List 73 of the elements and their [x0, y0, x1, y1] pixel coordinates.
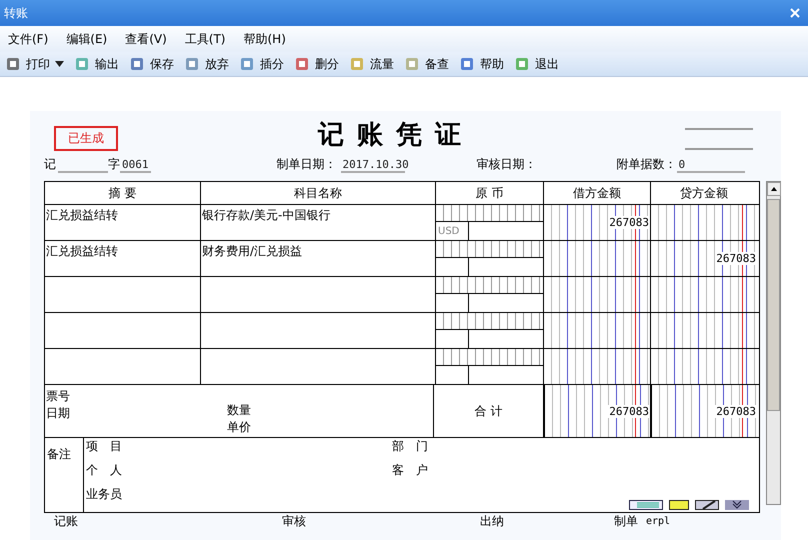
status-stamp: 已生成 — [54, 126, 118, 150]
toolbar-button[interactable]: 放弃 — [179, 53, 234, 75]
chevron-down-icon[interactable] — [725, 500, 749, 510]
toolbar-icon — [514, 56, 530, 72]
toolbar-button[interactable]: 流量 — [344, 53, 399, 75]
note-field-label: 项 目 — [86, 438, 123, 455]
list-icon[interactable] — [629, 500, 663, 510]
table-cell: 财务费用/汇兑损益 — [201, 241, 436, 276]
toolbar-button[interactable]: 插分 — [234, 53, 289, 75]
table-cell: 汇兑损益结转 — [45, 205, 201, 240]
toolbar-icon — [349, 56, 365, 72]
toolbar-button[interactable]: 保存 — [124, 53, 179, 75]
note-field-label: 个 人 — [86, 462, 123, 479]
caret-icon[interactable] — [55, 61, 64, 67]
table-cell: 汇兑损益结转 — [45, 241, 201, 276]
total-label: 合 计 — [434, 385, 544, 437]
toolbar-icon — [459, 56, 475, 72]
toolbar-icon — [5, 56, 21, 72]
number-label: 字 — [108, 156, 120, 173]
toolbar-button[interactable]: 备查 — [399, 53, 454, 75]
toolbar-button[interactable]: 输出 — [69, 53, 124, 75]
menu-item[interactable]: 工具(T) — [184, 30, 226, 48]
table-cell: 银行存款/美元-中国银行 — [201, 205, 436, 240]
scrollbar[interactable] — [766, 181, 781, 505]
attachments-field[interactable]: 0 — [676, 158, 744, 173]
column-header: 贷方金额 — [679, 185, 729, 202]
type-label: 记 — [44, 156, 56, 173]
scroll-up-icon[interactable] — [767, 182, 781, 196]
number-field[interactable]: 0061 — [120, 158, 150, 173]
menu-item[interactable]: 查看(V) — [125, 30, 167, 48]
attachments-label: 附单据数： — [616, 156, 676, 173]
signature-label: 记账 — [54, 513, 78, 530]
notes-label: 备注 — [45, 438, 84, 512]
amount-value: 267083 — [715, 252, 756, 265]
pencil-icon[interactable] — [695, 500, 719, 510]
toolbar-button[interactable]: 退出 — [509, 53, 564, 75]
menu-item[interactable]: 编辑(E) — [66, 30, 108, 48]
menu-item[interactable]: 文件(F) — [8, 30, 48, 48]
note-field-label: 部 门 — [392, 438, 429, 455]
note-field-label: 业务员 — [86, 486, 123, 503]
toolbar-icon — [129, 56, 145, 72]
date-label: 日期 — [46, 405, 71, 422]
toolbar-button[interactable]: 打印 — [0, 53, 69, 75]
voucher-title: 记 账 凭 证 — [318, 118, 464, 152]
ticket-label: 票号 — [46, 388, 71, 405]
toolbar-icon — [184, 56, 200, 72]
signature-label: 审核 — [282, 513, 306, 530]
column-header: 借方金额 — [544, 182, 651, 204]
total-amount: 267083 — [608, 404, 649, 418]
toolbar-icon — [239, 56, 255, 72]
toolbar-icon — [294, 56, 310, 72]
column-header: 原 币 — [436, 182, 544, 204]
column-header: 摘 要 — [45, 182, 201, 204]
toolbar-button[interactable]: 删分 — [289, 53, 344, 75]
audit-date-label: 审核日期： — [476, 156, 536, 173]
signature-label: 制单 — [614, 513, 638, 530]
toolbar-button[interactable]: 帮助 — [454, 53, 509, 75]
note-field-label: 客 户 — [392, 462, 429, 479]
menu-item[interactable]: 帮助(H) — [244, 30, 286, 48]
amount-value: 267083 — [608, 216, 649, 229]
column-header: 科目名称 — [201, 182, 436, 204]
date-label: 制单日期： — [276, 156, 336, 173]
toolbar-icon — [404, 56, 420, 72]
close-icon[interactable] — [790, 8, 800, 18]
total-amount: 267083 — [715, 404, 756, 418]
quantity-label: 数量 — [227, 402, 252, 419]
price-label: 单价 — [227, 419, 252, 436]
toolbar-icon — [74, 56, 90, 72]
signature-value: erpl — [646, 516, 670, 527]
card-icon[interactable] — [669, 500, 689, 510]
window-title: 转账 — [4, 4, 28, 22]
signature-label: 出纳 — [480, 513, 504, 530]
currency-cell: USD — [436, 222, 469, 240]
